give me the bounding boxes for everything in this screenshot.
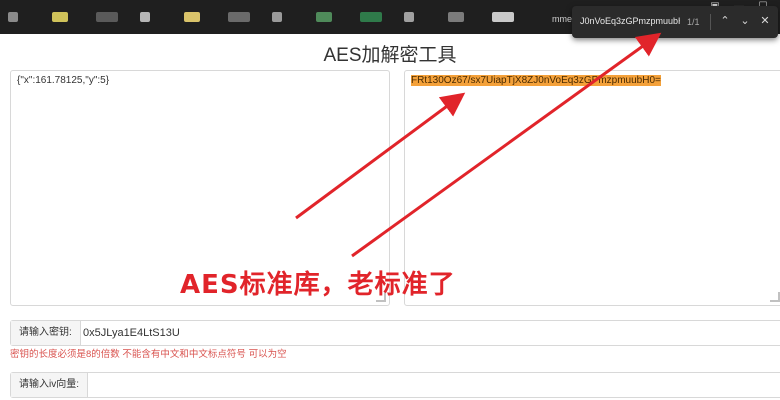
annotation-arrows (295, 32, 662, 258)
arrow-to-find-bar (351, 32, 662, 258)
arrow-to-ciphertext (295, 92, 466, 220)
annotation-text: AES标准库，老标准了 (180, 270, 456, 300)
